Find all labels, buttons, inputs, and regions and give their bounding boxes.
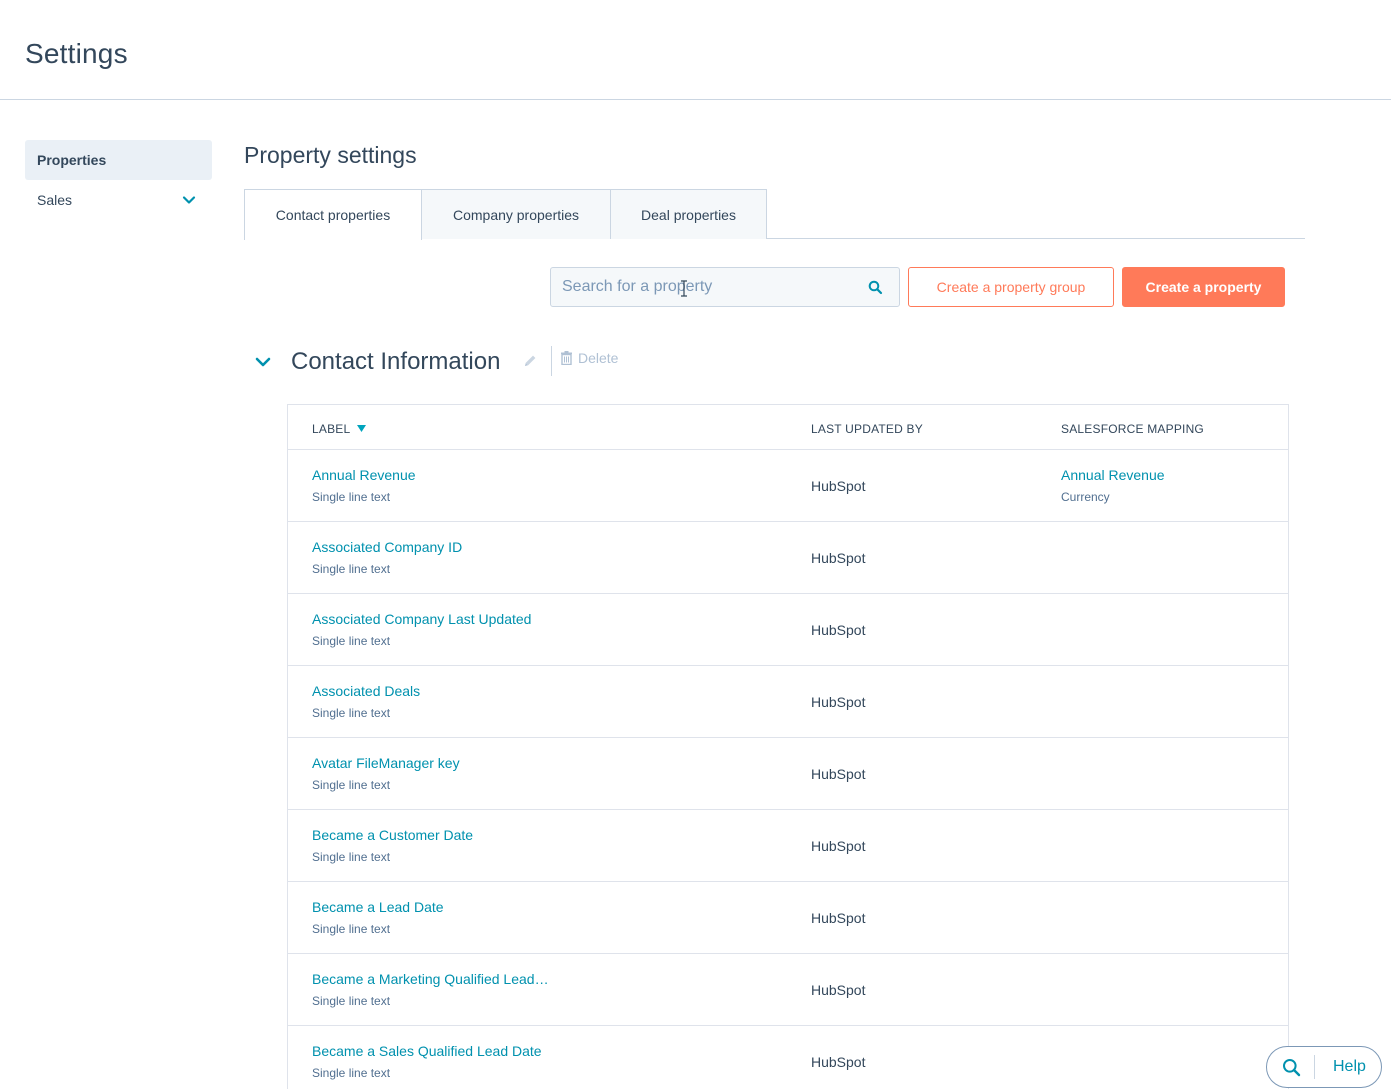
sidebar-item-label: Sales bbox=[37, 192, 73, 208]
section-title: Property settings bbox=[244, 142, 417, 168]
property-label-link[interactable]: Associated Company ID bbox=[312, 539, 462, 555]
last-updated-by: HubSpot bbox=[811, 910, 866, 926]
tab-label: Deal properties bbox=[641, 206, 736, 223]
delete-label: Delete bbox=[578, 350, 619, 366]
help-button[interactable]: Help bbox=[1266, 1046, 1382, 1088]
delete-group-button[interactable]: Delete bbox=[560, 350, 618, 366]
property-label-link[interactable]: Avatar FileManager key bbox=[312, 755, 460, 771]
tab-company-properties[interactable]: Company properties bbox=[421, 189, 611, 239]
property-type: Single line text bbox=[312, 850, 391, 864]
last-updated-by: HubSpot bbox=[811, 478, 866, 494]
property-tabs: Contact properties Company properties De… bbox=[244, 189, 1305, 240]
table-row: Became a Customer Date Single line text … bbox=[288, 810, 1288, 882]
property-type: Single line text bbox=[312, 490, 391, 504]
property-type: Single line text bbox=[312, 634, 391, 648]
group-title: Contact Information bbox=[291, 348, 501, 375]
create-property-button[interactable]: Create a property bbox=[1122, 267, 1285, 307]
properties-table: LABEL LAST UPDATED BY SALESFORCE MAPPING… bbox=[287, 404, 1289, 1089]
property-group-header: Contact Information Delete bbox=[254, 345, 654, 381]
tab-contact-properties[interactable]: Contact properties bbox=[244, 189, 422, 240]
property-type: Single line text bbox=[312, 922, 391, 936]
property-label-link[interactable]: Associated Company Last Updated bbox=[312, 611, 531, 627]
pencil-icon[interactable] bbox=[522, 353, 538, 369]
property-label-link[interactable]: Became a Sales Qualified Lead Date bbox=[312, 1043, 542, 1059]
chevron-down-icon bbox=[182, 196, 196, 204]
property-label-link[interactable]: Associated Deals bbox=[312, 683, 420, 699]
table-row: Became a Sales Qualified Lead Date Singl… bbox=[288, 1026, 1288, 1089]
column-header-label[interactable]: LABEL bbox=[312, 422, 367, 436]
last-updated-by: HubSpot bbox=[811, 550, 866, 566]
last-updated-by: HubSpot bbox=[811, 694, 866, 710]
sidebar: Properties Sales bbox=[25, 140, 212, 220]
last-updated-by: HubSpot bbox=[811, 622, 866, 638]
column-header-last-updated-by: LAST UPDATED BY bbox=[811, 422, 923, 436]
property-type: Single line text bbox=[312, 1066, 391, 1080]
column-header-salesforce-mapping: SALESFORCE MAPPING bbox=[1061, 422, 1204, 436]
table-row: Became a Marketing Qualified Lead… Singl… bbox=[288, 954, 1288, 1026]
last-updated-by: HubSpot bbox=[811, 766, 866, 782]
sidebar-item-sales[interactable]: Sales bbox=[25, 180, 212, 220]
sidebar-item-label: Properties bbox=[37, 152, 107, 168]
column-header-text: LABEL bbox=[312, 422, 350, 436]
property-type: Single line text bbox=[312, 994, 391, 1008]
last-updated-by: HubSpot bbox=[811, 982, 866, 998]
table-row: Avatar FileManager key Single line text … bbox=[288, 738, 1288, 810]
chevron-down-icon[interactable] bbox=[254, 353, 272, 371]
property-label-link[interactable]: Became a Marketing Qualified Lead… bbox=[312, 971, 549, 987]
page-title: Settings bbox=[25, 38, 128, 69]
table-row: Associated Deals Single line text HubSpo… bbox=[288, 666, 1288, 738]
last-updated-by: HubSpot bbox=[811, 838, 866, 854]
property-label-link[interactable]: Became a Lead Date bbox=[312, 899, 444, 915]
text-cursor-icon bbox=[681, 280, 687, 297]
trash-icon bbox=[561, 351, 572, 365]
create-property-group-button[interactable]: Create a property group bbox=[908, 267, 1114, 307]
sidebar-item-properties[interactable]: Properties bbox=[25, 140, 212, 180]
property-label-link[interactable]: Annual Revenue bbox=[312, 467, 416, 483]
search-icon bbox=[1283, 1058, 1301, 1076]
help-separator bbox=[1314, 1055, 1315, 1079]
help-label: Help bbox=[1333, 1058, 1366, 1075]
sort-down-icon bbox=[357, 425, 367, 432]
salesforce-mapping-type: Currency bbox=[1061, 490, 1110, 504]
property-type: Single line text bbox=[312, 778, 391, 792]
table-row: Annual Revenue Single line text HubSpot … bbox=[288, 450, 1288, 522]
tab-label: Company properties bbox=[452, 206, 580, 223]
property-label-link[interactable]: Became a Customer Date bbox=[312, 827, 473, 843]
table-row: Became a Lead Date Single line text HubS… bbox=[288, 882, 1288, 954]
last-updated-by: HubSpot bbox=[811, 1054, 866, 1070]
top-bar: Settings bbox=[0, 0, 1391, 100]
table-row: Associated Company ID Single line text H… bbox=[288, 522, 1288, 594]
search-box bbox=[550, 267, 900, 307]
property-type: Single line text bbox=[312, 562, 391, 576]
table-row: Associated Company Last Updated Single l… bbox=[288, 594, 1288, 666]
main-content: Property settings Contact properties Com… bbox=[244, 140, 1305, 376]
table-header: LABEL LAST UPDATED BY SALESFORCE MAPPING bbox=[288, 405, 1288, 450]
divider bbox=[551, 346, 552, 376]
salesforce-mapping-link[interactable]: Annual Revenue bbox=[1061, 467, 1165, 483]
search-input[interactable] bbox=[562, 278, 862, 296]
tab-label: Contact properties bbox=[275, 207, 391, 223]
property-type: Single line text bbox=[312, 706, 391, 720]
search-icon[interactable] bbox=[868, 280, 883, 295]
tab-deal-properties[interactable]: Deal properties bbox=[610, 189, 767, 239]
